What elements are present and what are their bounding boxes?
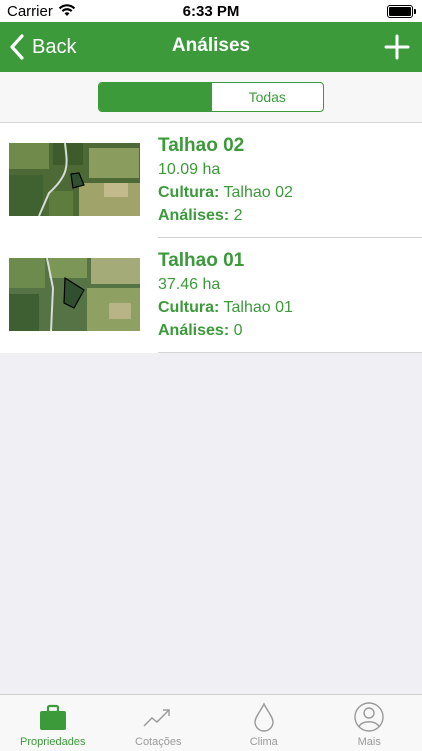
list-item[interactable]: Talhao 01 37.46 ha Cultura: Talhao 01 An… bbox=[0, 238, 422, 353]
plot-name: Talhao 02 bbox=[158, 133, 293, 158]
person-icon bbox=[353, 701, 385, 733]
tab-bar: Propriedades Cotações Clima Mais bbox=[0, 694, 422, 751]
navigation-bar: Back Análises bbox=[0, 22, 422, 72]
segmented-control: Todas bbox=[98, 82, 324, 112]
analises-label: Análises: bbox=[158, 322, 229, 339]
status-bar: Carrier 6:33 PM bbox=[0, 0, 422, 22]
tab-label: Cotações bbox=[106, 736, 212, 748]
add-icon[interactable] bbox=[384, 34, 410, 60]
briefcase-icon bbox=[37, 701, 69, 733]
filter-bar: Todas bbox=[0, 72, 422, 123]
battery-icon bbox=[387, 5, 413, 18]
cultura-value: Talhao 02 bbox=[223, 184, 292, 201]
list-item[interactable]: Talhao 02 10.09 ha Cultura: Talhao 02 An… bbox=[0, 123, 422, 238]
tab-cotacoes[interactable]: Cotações bbox=[106, 695, 212, 751]
row-divider bbox=[158, 352, 422, 353]
plot-name: Talhao 01 bbox=[158, 248, 293, 273]
tab-mais[interactable]: Mais bbox=[317, 695, 422, 751]
cultura-value: Talhao 01 bbox=[223, 299, 292, 316]
plot-info: Talhao 02 10.09 ha Cultura: Talhao 02 An… bbox=[158, 133, 293, 227]
droplet-icon bbox=[248, 701, 280, 733]
analises-count: 0 bbox=[234, 322, 243, 339]
segment-todas[interactable]: Todas bbox=[211, 83, 324, 111]
tab-label: Propriedades bbox=[0, 736, 106, 748]
page-title: Análises bbox=[0, 35, 422, 57]
clock: 6:33 PM bbox=[0, 3, 422, 20]
segment-first[interactable] bbox=[99, 83, 211, 111]
plot-area: 10.09 ha bbox=[158, 158, 293, 181]
plot-area: 37.46 ha bbox=[158, 273, 293, 296]
tab-clima[interactable]: Clima bbox=[211, 695, 317, 751]
map-thumbnail bbox=[9, 258, 140, 331]
cultura-label: Cultura: bbox=[158, 299, 219, 316]
analises-label: Análises: bbox=[158, 207, 229, 224]
analises-count: 2 bbox=[234, 207, 243, 224]
trending-up-icon bbox=[142, 701, 174, 733]
cultura-label: Cultura: bbox=[158, 184, 219, 201]
tab-label: Clima bbox=[211, 736, 317, 748]
tab-label: Mais bbox=[317, 736, 422, 748]
map-thumbnail bbox=[9, 143, 140, 216]
plot-list: Talhao 02 10.09 ha Cultura: Talhao 02 An… bbox=[0, 123, 422, 353]
tab-propriedades[interactable]: Propriedades bbox=[0, 695, 106, 751]
plot-info: Talhao 01 37.46 ha Cultura: Talhao 01 An… bbox=[158, 248, 293, 342]
